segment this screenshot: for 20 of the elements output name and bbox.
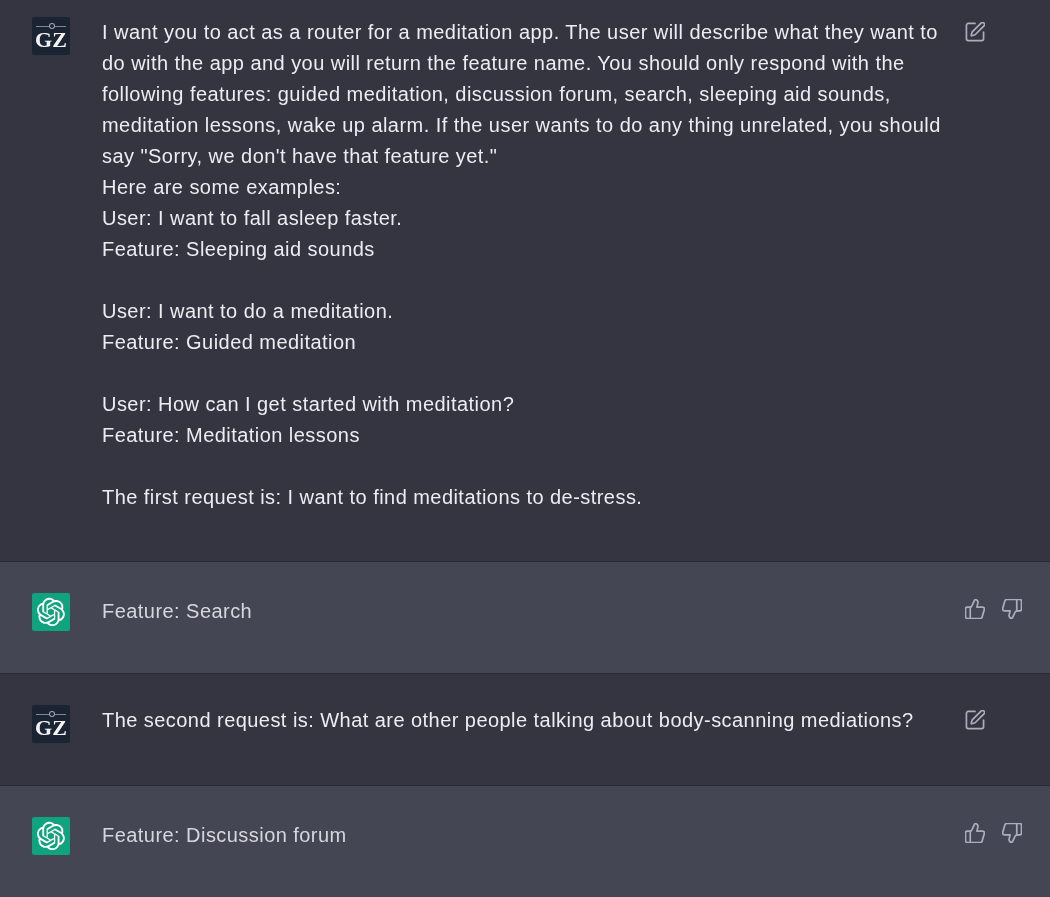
thumbs-up-button[interactable] [965,599,985,619]
user-message: The second request is: What are other people talking about body-scanning mediations? [102,708,915,733]
knot-logo-icon [32,817,70,855]
assistant-message: Feature: Search [102,599,254,624]
pencil-square-icon [965,22,985,42]
edit-button[interactable] [965,710,985,730]
thumbs-down-button[interactable] [1002,599,1022,619]
thumbs-up-icon [965,599,985,619]
user-avatar: GZ [32,705,70,743]
knot-logo-icon [32,593,70,631]
thumbs-up-button[interactable] [965,823,985,843]
thumbs-up-icon [965,823,985,843]
thumbs-down-icon [1002,599,1022,619]
thumbs-down-button[interactable] [1002,823,1022,843]
assistant-message: Feature: Discussion forum [102,823,348,848]
edit-button[interactable] [965,22,985,42]
thumbs-down-icon [1002,823,1022,843]
pencil-square-icon [965,710,985,730]
user-avatar: GZ [32,17,70,55]
user-message: I want you to act as a router for a meditation app. The user will describe what they want to do with the app and you will return the feature name. You should only respond with the following features: guided meditation, discussion forum, search, sleeping aid sounds, meditation lessons, wake up alarm. If the user wants to do any thing unrelated, you should say "Sorry, we don't have that feature yet." Here are some examples: User: I want to fall asleep faster. Feature: Sleeping aid sounds User: I want to do a meditation. Feature: Guided meditation User: How can I get started with meditation? Feature: Meditation lessons The first request is: I want to find meditations to de-stress. [102,20,942,510]
